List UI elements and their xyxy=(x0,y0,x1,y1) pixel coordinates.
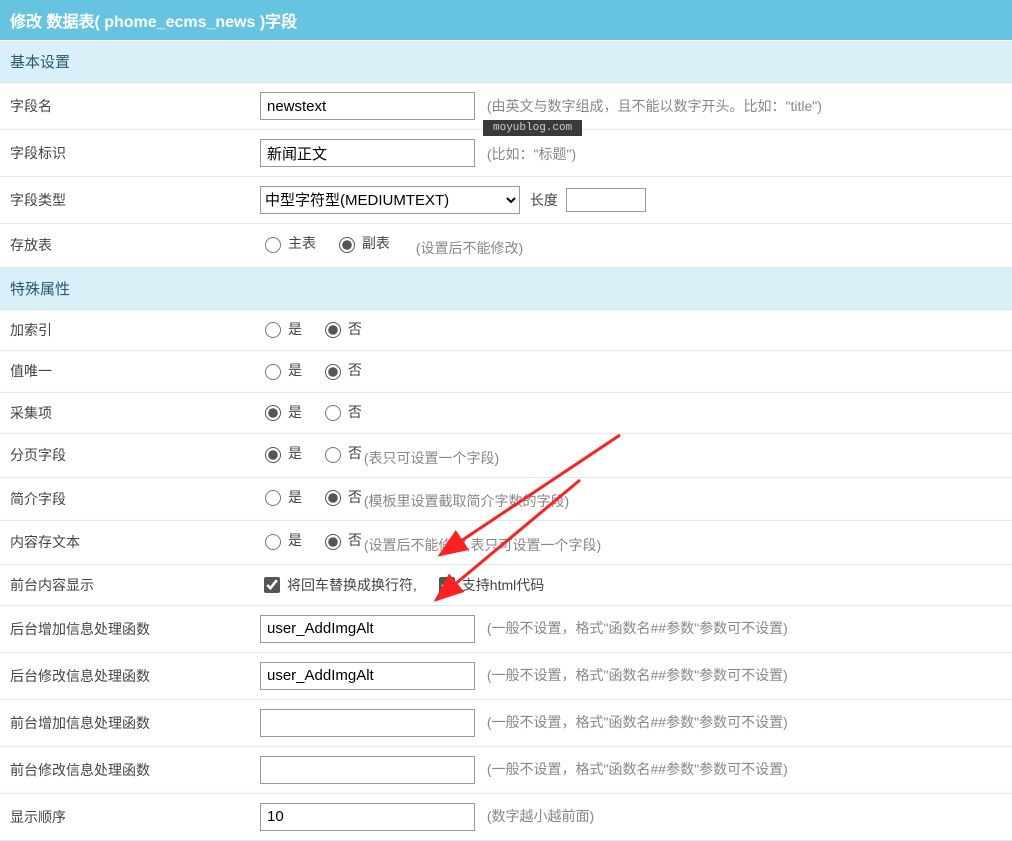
label-front-display: 前台内容显示 xyxy=(0,564,250,605)
label-field-name: 字段名 xyxy=(0,83,250,130)
radio-no-label: 否 xyxy=(348,402,362,422)
label-back-edit-fn: 后台修改信息处理函数 xyxy=(0,652,250,699)
radio-page-yes[interactable] xyxy=(265,447,281,463)
label-storage-table: 存放表 xyxy=(0,224,250,268)
field-ident-input[interactable] xyxy=(260,139,475,167)
checkbox-br-label: 将回车替换成换行符, xyxy=(287,575,417,595)
hint-fn3: (一般不设置，格式"函数名##参数"参数可不设置) xyxy=(487,714,788,730)
radio-main-table-label: 主表 xyxy=(288,233,316,253)
radio-yes-label: 是 xyxy=(288,402,302,422)
length-input[interactable] xyxy=(566,188,646,212)
radio-main-table[interactable] xyxy=(265,237,281,253)
radio-no-label: 否 xyxy=(348,443,362,463)
radio-index-no[interactable] xyxy=(325,322,341,338)
field-name-input[interactable] xyxy=(260,92,475,120)
hint-intro: (模板里设置截取简介字数的字段) xyxy=(364,493,569,509)
hint-field-ident: (比如："标题") xyxy=(487,146,576,162)
label-front-add-fn: 前台增加信息处理函数 xyxy=(0,699,250,746)
label-unique: 值唯一 xyxy=(0,351,250,393)
length-label: 长度 xyxy=(530,192,558,208)
hint-fn4: (一般不设置，格式"函数名##参数"参数可不设置) xyxy=(487,761,788,777)
radio-no-label: 否 xyxy=(348,319,362,339)
watermark: moyublog.com xyxy=(483,120,582,136)
label-field-type: 字段类型 xyxy=(0,177,250,224)
label-intro-field: 简介字段 xyxy=(0,477,250,521)
radio-no-label: 否 xyxy=(348,530,362,550)
hint-field-name: (由英文与数字组成，且不能以数字开头。比如："title") xyxy=(487,98,822,114)
checkbox-html-label: 支持html代码 xyxy=(462,575,544,595)
section-basic: 基本设置 xyxy=(0,41,1012,83)
field-type-select[interactable]: 中型字符型(MEDIUMTEXT) xyxy=(260,186,520,214)
radio-no-label: 否 xyxy=(348,360,362,380)
radio-collect-no[interactable] xyxy=(325,405,341,421)
radio-sub-table[interactable] xyxy=(339,237,355,253)
front-add-fn-input[interactable] xyxy=(260,709,475,737)
page-title: 修改 数据表( phome_ecms_news )字段 xyxy=(0,0,1012,41)
radio-collect-yes[interactable] xyxy=(265,405,281,421)
radio-yes-label: 是 xyxy=(288,443,302,463)
radio-savetext-no[interactable] xyxy=(325,534,341,550)
radio-page-no[interactable] xyxy=(325,447,341,463)
label-back-add-fn: 后台增加信息处理函数 xyxy=(0,605,250,652)
radio-yes-label: 是 xyxy=(288,487,302,507)
checkbox-br[interactable] xyxy=(264,577,280,593)
hint-fn1: (一般不设置，格式"函数名##参数"参数可不设置) xyxy=(487,620,788,636)
radio-intro-yes[interactable] xyxy=(265,490,281,506)
radio-sub-table-label: 副表 xyxy=(362,233,390,253)
label-page-field: 分页字段 xyxy=(0,434,250,478)
radio-yes-label: 是 xyxy=(288,319,302,339)
radio-index-yes[interactable] xyxy=(265,322,281,338)
hint-fn2: (一般不设置，格式"函数名##参数"参数可不设置) xyxy=(487,667,788,683)
hint-savetext: (设置后不能修改,表只可设置一个字段) xyxy=(364,537,601,553)
hint-page: (表只可设置一个字段) xyxy=(364,450,499,466)
label-save-text: 内容存文本 xyxy=(0,521,250,565)
checkbox-html[interactable] xyxy=(439,577,455,593)
radio-savetext-yes[interactable] xyxy=(265,534,281,550)
radio-unique-yes[interactable] xyxy=(265,364,281,380)
radio-yes-label: 是 xyxy=(288,360,302,380)
label-order: 显示顺序 xyxy=(0,793,250,840)
label-field-ident: 字段标识 xyxy=(0,130,250,177)
back-edit-fn-input[interactable] xyxy=(260,662,475,690)
radio-intro-no[interactable] xyxy=(325,490,341,506)
label-collect: 采集项 xyxy=(0,392,250,434)
label-front-edit-fn: 前台修改信息处理函数 xyxy=(0,746,250,793)
back-add-fn-input[interactable] xyxy=(260,615,475,643)
radio-unique-no[interactable] xyxy=(325,364,341,380)
order-input[interactable] xyxy=(260,803,475,831)
hint-storage: (设置后不能修改) xyxy=(416,240,523,256)
radio-no-label: 否 xyxy=(348,487,362,507)
label-add-index: 加索引 xyxy=(0,310,250,351)
section-special: 特殊属性 xyxy=(0,268,1012,310)
radio-yes-label: 是 xyxy=(288,530,302,550)
hint-order: (数字越小越前面) xyxy=(487,808,594,824)
